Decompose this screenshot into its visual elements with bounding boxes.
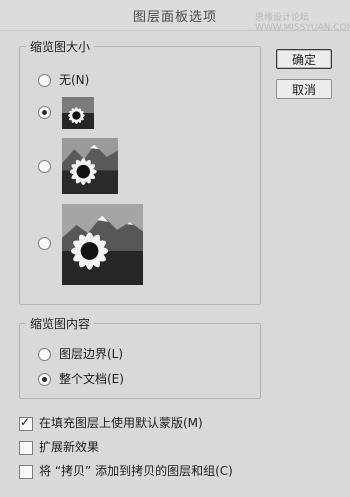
layer-bounds-radio[interactable] [38,348,51,361]
watermark-text: 思缘设计论坛 WWW.MISSYUAN.COM [255,13,350,33]
add-copy-checkbox[interactable] [19,465,33,479]
thumbnail-large-radio[interactable] [38,237,51,250]
entire-document-label[interactable]: 整个文档(E) [59,370,124,387]
thumbnail-small-radio[interactable] [38,106,51,119]
add-copy-label[interactable]: 将 “拷贝” 添加到拷贝的图层和组(C) [39,462,233,479]
layer-bounds-label[interactable]: 图层边界(L) [59,345,123,362]
thumbnail-none-label[interactable]: 无(N) [59,71,89,88]
title-bar: 图层面板选项 思缘设计论坛 WWW.MISSYUAN.COM [0,0,350,33]
default-mask-checkbox[interactable] [19,415,33,431]
sunflower-image [62,97,94,129]
thumbnail-size-legend: 缩览图大小 [30,40,91,54]
thumbnail-none-radio[interactable] [38,74,51,87]
thumbnail-medium-preview [62,138,118,194]
thumbnail-large-preview [62,204,143,285]
sunflower-image [62,138,118,194]
expand-new-effects-label[interactable]: 扩展新效果 [39,438,99,455]
cancel-button[interactable]: 取消 [276,79,332,99]
thumbnail-contents-legend: 缩览图内容 [30,317,91,331]
thumbnail-small-preview [62,97,94,129]
entire-document-radio[interactable] [38,373,51,386]
default-mask-label[interactable]: 在填充图层上使用默认蒙版(M) [39,414,203,431]
sunflower-image [62,204,143,285]
ok-button[interactable]: 确定 [276,49,332,69]
thumbnail-contents-group: 缩览图内容 [19,315,261,399]
expand-new-effects-checkbox[interactable] [19,441,33,455]
thumbnail-medium-radio[interactable] [38,160,51,173]
